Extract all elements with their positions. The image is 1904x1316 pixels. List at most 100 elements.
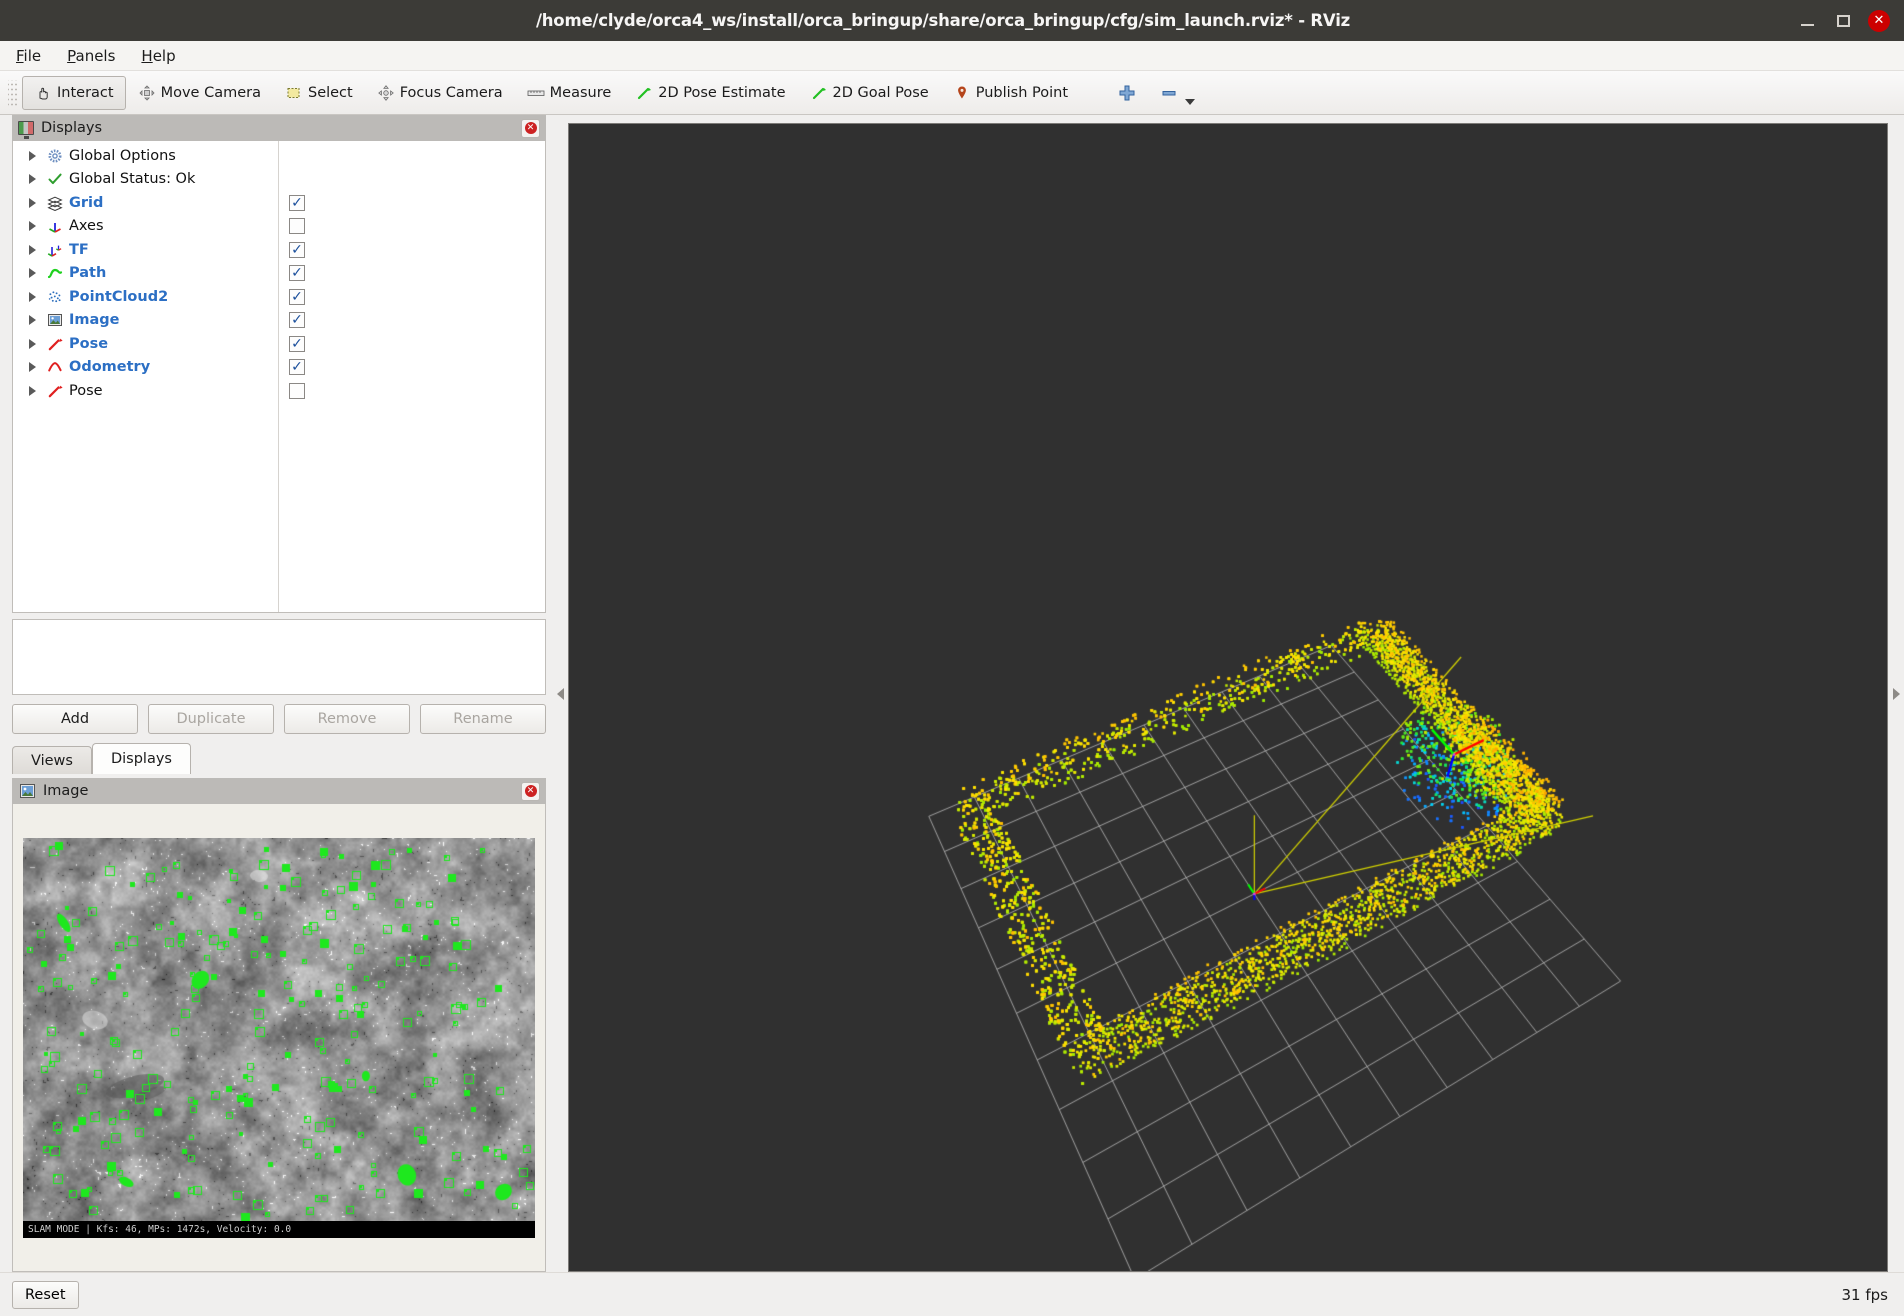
image-panel-header: Image ✕ bbox=[12, 778, 546, 804]
displays-tree-item-grid[interactable]: Grid bbox=[13, 191, 278, 215]
display-enable-checkbox[interactable]: ✓ bbox=[289, 312, 305, 329]
rename-button[interactable]: Rename bbox=[420, 704, 546, 734]
tool-interact[interactable]: Interact bbox=[22, 75, 126, 110]
window-controls: ✕ bbox=[1796, 9, 1904, 32]
close-button[interactable]: ✕ bbox=[1868, 9, 1890, 32]
image-icon bbox=[18, 782, 36, 800]
displays-tree-item-axes[interactable]: Axes bbox=[13, 215, 278, 239]
ruler-icon bbox=[527, 84, 545, 102]
displays-tree-item-label: Global Status: Ok bbox=[69, 171, 196, 188]
menu-help[interactable]: Help bbox=[141, 47, 175, 65]
expand-arrow-icon[interactable] bbox=[29, 362, 36, 373]
displays-panel-title: Displays bbox=[41, 120, 103, 136]
add-tool-button[interactable] bbox=[1106, 76, 1148, 110]
focus-camera-icon bbox=[377, 84, 395, 102]
tab-views[interactable]: Views bbox=[12, 746, 92, 774]
display-enable-checkbox[interactable] bbox=[289, 382, 305, 399]
expand-arrow-icon[interactable] bbox=[29, 244, 36, 255]
displays-tree-item-pointcloud2[interactable]: PointCloud2 bbox=[13, 285, 278, 309]
add-button[interactable]: Add bbox=[12, 704, 138, 734]
image-panel-close-button[interactable]: ✕ bbox=[521, 781, 540, 801]
display-description-box bbox=[12, 619, 546, 695]
tool-publish-point[interactable]: Publish Point bbox=[941, 76, 1080, 110]
display-enable-checkbox[interactable]: ✓ bbox=[289, 265, 305, 282]
maximize-button[interactable] bbox=[1832, 10, 1854, 32]
displays-tree[interactable]: Global Options Global Status: Ok Grid Axes T… bbox=[12, 141, 546, 613]
tool-measure[interactable]: Measure bbox=[515, 76, 624, 110]
displays-tree-item-tf[interactable]: TF bbox=[13, 238, 278, 262]
reset-button[interactable]: Reset bbox=[12, 1280, 79, 1309]
close-icon: ✕ bbox=[524, 785, 537, 797]
toolbar-drag-handle[interactable] bbox=[8, 79, 18, 106]
displays-tree-item-pose[interactable]: Pose bbox=[13, 379, 278, 403]
expand-arrow-icon[interactable] bbox=[29, 174, 36, 185]
tool-2d-goal-pose[interactable]: 2D Goal Pose bbox=[798, 76, 941, 110]
menu-panels[interactable]: Panels bbox=[67, 47, 115, 65]
displays-tree-value-cell: ✓ bbox=[279, 309, 545, 333]
displays-tree-value-cell bbox=[279, 215, 545, 239]
chevron-left-icon[interactable] bbox=[556, 687, 564, 700]
camera-image-canvas bbox=[23, 837, 535, 1238]
3d-viewport-canvas[interactable] bbox=[569, 124, 1887, 1271]
display-enable-checkbox[interactable] bbox=[289, 218, 305, 235]
tool-2d-goal-pose-label: 2D Goal Pose bbox=[832, 84, 929, 101]
right-splitter[interactable] bbox=[1888, 115, 1904, 1272]
displays-tree-item-label: Axes bbox=[69, 218, 104, 235]
window-title: /home/clyde/orca4_ws/install/orca_bringu… bbox=[535, 11, 1351, 30]
displays-tree-value-cell bbox=[279, 168, 545, 192]
expand-arrow-icon[interactable] bbox=[29, 338, 36, 349]
left-dock: Displays ✕ Global Options Global Status: … bbox=[0, 115, 552, 1272]
display-enable-checkbox[interactable]: ✓ bbox=[289, 241, 305, 258]
chevron-down-icon[interactable] bbox=[1185, 98, 1196, 105]
minimize-button[interactable] bbox=[1796, 10, 1818, 32]
displays-monitor-icon bbox=[18, 121, 34, 139]
expand-arrow-icon[interactable] bbox=[29, 150, 36, 161]
display-enable-checkbox[interactable]: ✓ bbox=[289, 335, 305, 352]
display-enable-checkbox[interactable]: ✓ bbox=[289, 359, 305, 376]
displays-panel-close-button[interactable]: ✕ bbox=[521, 118, 540, 138]
tool-2d-pose-estimate[interactable]: 2D Pose Estimate bbox=[623, 76, 797, 110]
image-dock: Image ✕ SLAM MODE | Kfs: 46, MPs: 1472s,… bbox=[12, 778, 546, 1272]
displays-tree-value-cell: ✓ bbox=[279, 285, 545, 309]
pointcloud-icon bbox=[46, 289, 63, 305]
left-splitter[interactable] bbox=[552, 115, 568, 1272]
expand-arrow-icon[interactable] bbox=[29, 291, 36, 302]
expand-arrow-icon[interactable] bbox=[29, 197, 36, 208]
displays-button-row: Add Duplicate Remove Rename bbox=[12, 704, 546, 734]
displays-tree-item-global-options[interactable]: Global Options bbox=[13, 144, 278, 168]
displays-tree-item-pose[interactable]: Pose bbox=[13, 332, 278, 356]
display-enable-checkbox[interactable]: ✓ bbox=[289, 194, 305, 211]
displays-tree-item-path[interactable]: Path bbox=[13, 262, 278, 286]
expand-arrow-icon[interactable] bbox=[29, 268, 36, 279]
display-enable-checkbox[interactable]: ✓ bbox=[289, 288, 305, 305]
displays-tree-value-cell: ✓ bbox=[279, 262, 545, 286]
tool-publish-point-label: Publish Point bbox=[975, 84, 1069, 101]
displays-tree-item-label: Image bbox=[69, 312, 120, 329]
displays-tree-item-global-status-ok[interactable]: Global Status: Ok bbox=[13, 168, 278, 192]
3d-viewport[interactable] bbox=[568, 123, 1888, 1272]
tool-focus-camera-label: Focus Camera bbox=[399, 84, 503, 101]
duplicate-button[interactable]: Duplicate bbox=[148, 704, 274, 734]
displays-tree-item-odometry[interactable]: Odometry bbox=[13, 356, 278, 380]
remove-tool-button[interactable] bbox=[1148, 76, 1207, 110]
tool-move-camera[interactable]: Move Camera bbox=[126, 76, 273, 110]
chevron-right-icon[interactable] bbox=[1892, 687, 1900, 700]
goal-arrow-icon bbox=[810, 84, 828, 102]
menu-bar: File Panels Help bbox=[0, 41, 1904, 71]
remove-button[interactable]: Remove bbox=[284, 704, 410, 734]
image-view[interactable]: SLAM MODE | Kfs: 46, MPs: 1472s, Velocit… bbox=[12, 804, 546, 1272]
tool-focus-camera[interactable]: Focus Camera bbox=[365, 76, 515, 110]
expand-arrow-icon[interactable] bbox=[29, 221, 36, 232]
map-pin-icon bbox=[953, 84, 971, 102]
tool-select[interactable]: Select bbox=[273, 76, 365, 110]
tab-displays[interactable]: Displays bbox=[91, 743, 191, 774]
expand-arrow-icon[interactable] bbox=[29, 385, 36, 396]
menu-file[interactable]: File bbox=[16, 47, 41, 65]
check-status-icon bbox=[46, 171, 63, 187]
displays-tree-item-image[interactable]: Image bbox=[13, 309, 278, 333]
hand-cursor-icon bbox=[34, 84, 52, 102]
camera-image: SLAM MODE | Kfs: 46, MPs: 1472s, Velocit… bbox=[23, 837, 535, 1238]
expand-arrow-icon[interactable] bbox=[29, 315, 36, 326]
pose-arrow-icon bbox=[635, 84, 653, 102]
displays-tree-item-label: Odometry bbox=[69, 359, 151, 376]
